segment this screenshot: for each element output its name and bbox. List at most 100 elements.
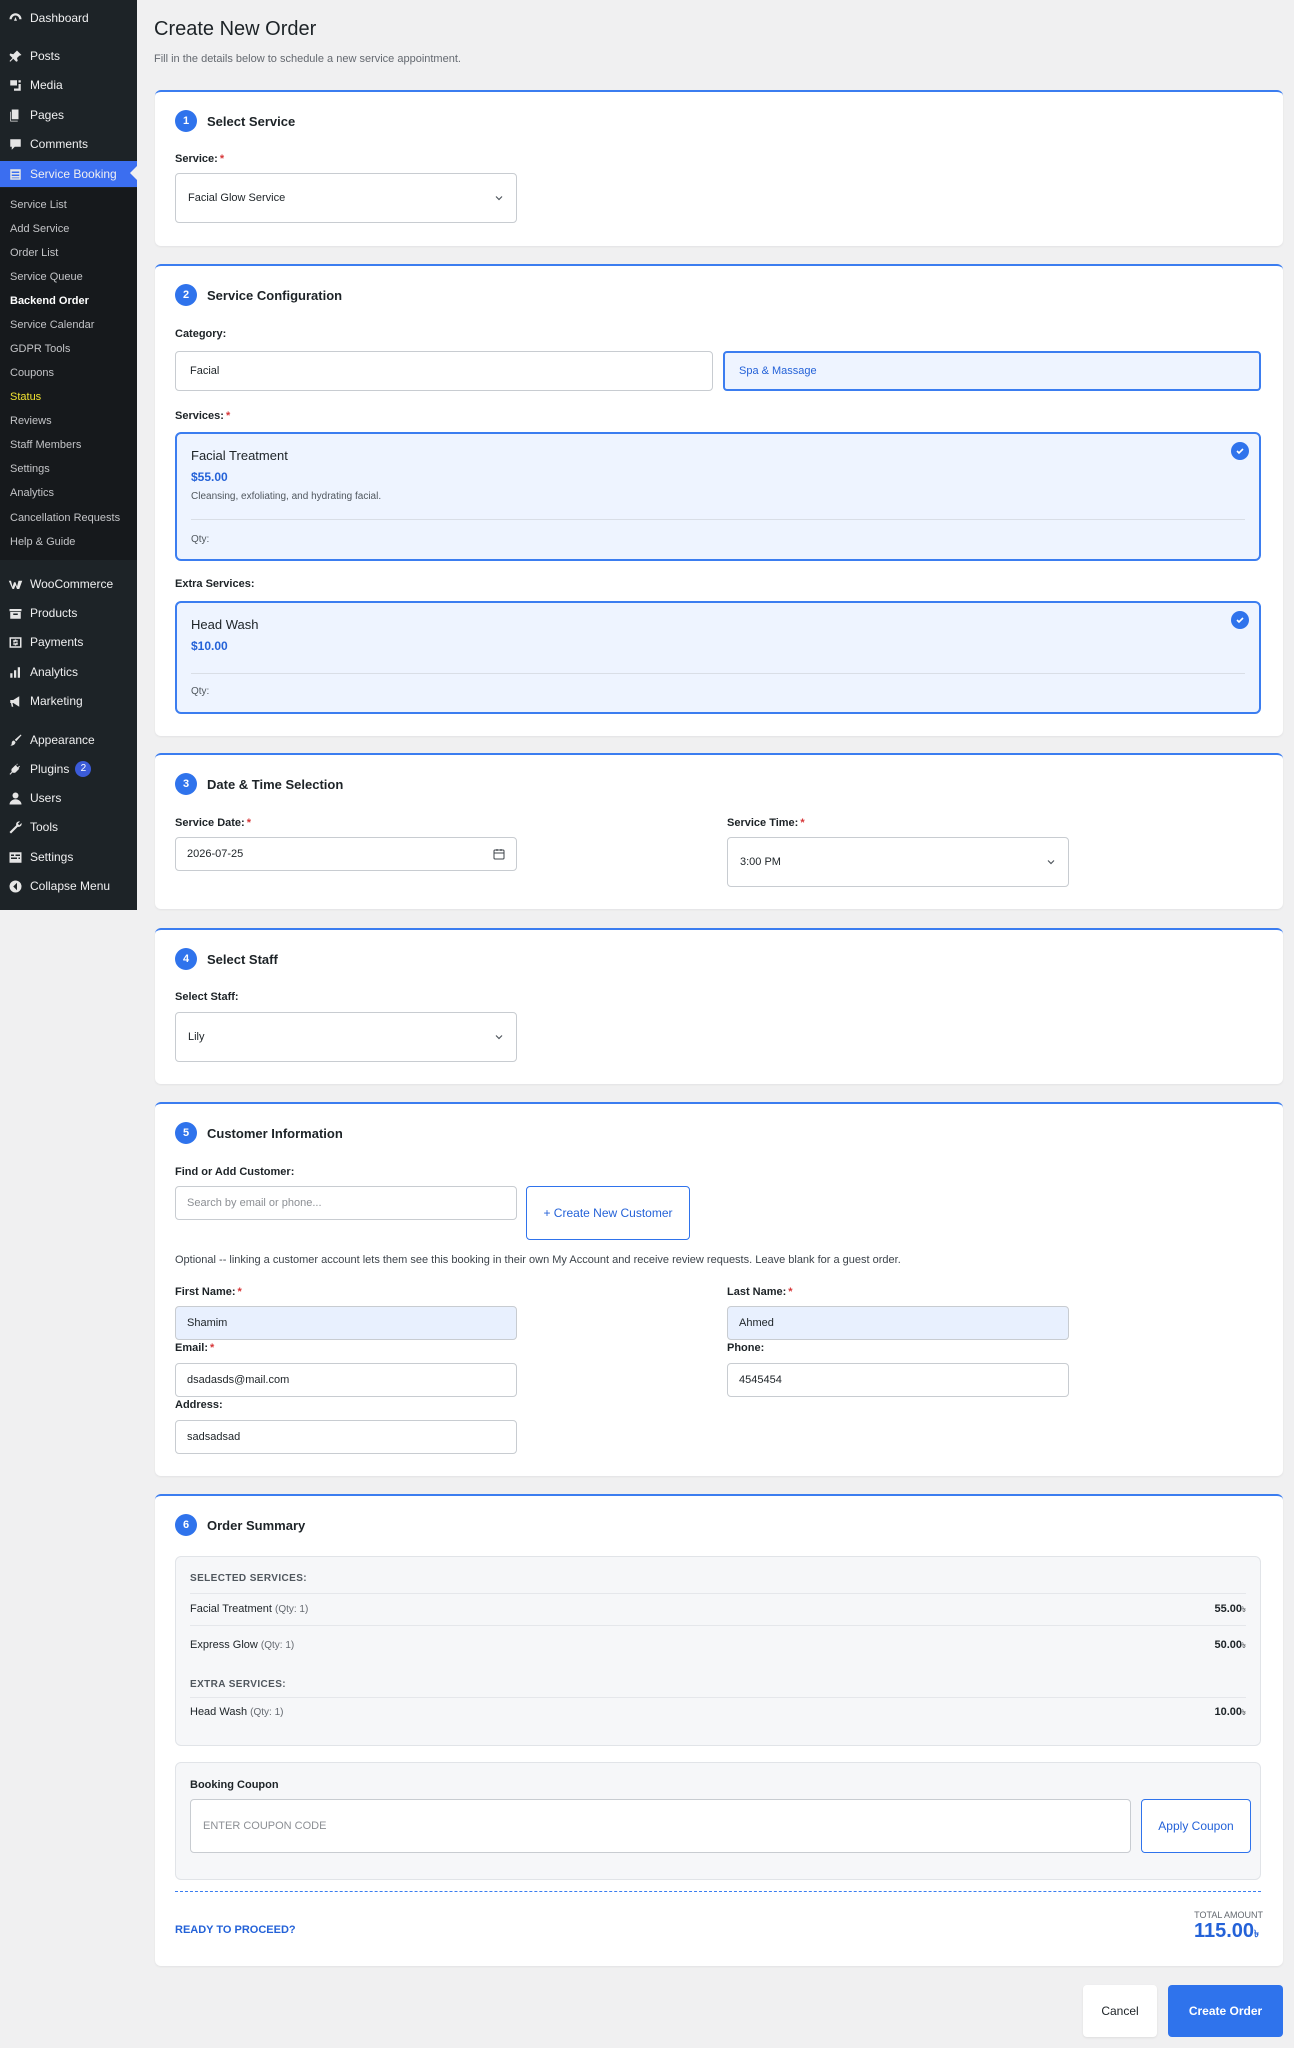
customer-search-input[interactable]: Search by email or phone... [175, 1186, 517, 1220]
extra-service-card-head-wash[interactable]: Head Wash $10.00 Qty: [175, 601, 1261, 714]
menu-service-booking[interactable]: Service Booking [0, 161, 137, 187]
menu-pages[interactable]: Pages [0, 103, 137, 127]
divider [190, 1625, 1246, 1626]
summary-extra-name: Head Wash (Qty: 1) [190, 1706, 284, 1718]
menu-marketing[interactable]: Marketing [0, 689, 137, 713]
menu-dashboard[interactable]: Dashboard [0, 6, 137, 30]
admin-sidebar: Dashboard Posts Media Pages Comments Ser… [0, 0, 137, 910]
dashed-divider [175, 1891, 1261, 1892]
menu-label: Appearance [30, 733, 95, 747]
menu-label: Comments [30, 137, 89, 151]
menu-tools[interactable]: Tools [0, 815, 137, 839]
extra-services-heading: EXTRA SERVICES: [190, 1679, 287, 1690]
chevron-down-icon [495, 196, 503, 201]
first-name-label: First Name: * [175, 1286, 242, 1298]
menu-comments[interactable]: Comments [0, 132, 137, 156]
step-header: 6 Order Summary [175, 1514, 305, 1536]
submenu-service-calendar[interactable]: Service Calendar [10, 315, 94, 335]
submenu-cancellation-requests[interactable]: Cancellation Requests [10, 508, 120, 528]
comment-icon [6, 135, 24, 153]
chevron-down-icon [1047, 860, 1055, 865]
service-date-input[interactable]: 2026-07-25 [175, 837, 517, 871]
summary-item-name: Facial Treatment (Qty: 1) [190, 1603, 309, 1615]
staff-select-value: Lily [188, 1031, 205, 1043]
list-icon [6, 165, 24, 183]
menu-label: Users [30, 791, 62, 805]
menu-woocommerce[interactable]: WooCommerce [0, 572, 137, 596]
submenu-analytics[interactable]: Analytics [10, 483, 54, 503]
submenu-status[interactable]: Status [10, 387, 41, 407]
submenu-backend-order[interactable]: Backend Order [10, 291, 89, 311]
menu-label: Media [30, 78, 63, 92]
menu-label: Settings [30, 850, 74, 864]
category-option-spa-massage[interactable]: Spa & Massage [723, 351, 1261, 391]
step-number: 4 [175, 948, 197, 970]
service-select[interactable]: Facial Glow Service [175, 173, 517, 223]
menu-settings[interactable]: Settings [0, 845, 137, 869]
submenu-settings[interactable]: Settings [10, 459, 50, 479]
last-name-input[interactable]: Ahmed [727, 1306, 1069, 1340]
service-time-value: 3:00 PM [740, 856, 781, 868]
step-number: 5 [175, 1122, 197, 1144]
submenu-service-list[interactable]: Service List [10, 195, 67, 215]
cancel-button[interactable]: Cancel [1083, 1985, 1157, 2037]
category-label: Category: [175, 328, 227, 340]
dollar-icon [6, 633, 24, 651]
submenu-order-list[interactable]: Order List [10, 243, 58, 263]
archive-icon [6, 604, 24, 622]
submenu-gdpr-tools[interactable]: GDPR Tools [10, 339, 70, 359]
submenu-add-service[interactable]: Add Service [10, 219, 69, 239]
menu-plugins[interactable]: Plugins 2 [0, 757, 137, 781]
coupon-box: Booking Coupon ENTER COUPON CODE Apply C… [175, 1762, 1261, 1880]
menu-products[interactable]: Products [0, 601, 137, 625]
menu-analytics[interactable]: Analytics [0, 660, 137, 684]
step-select-service: 1 Select Service Service: * Facial Glow S… [155, 90, 1283, 246]
submenu-reviews[interactable]: Reviews [10, 411, 52, 431]
address-input[interactable]: sadsadsad [175, 1420, 517, 1454]
email-input[interactable]: dsadasds@mail.com [175, 1363, 517, 1397]
service-card-facial-treatment[interactable]: Facial Treatment $55.00 Cleansing, exfol… [175, 432, 1261, 561]
menu-payments[interactable]: Payments [0, 630, 137, 654]
staff-select[interactable]: Lily [175, 1012, 517, 1062]
menu-appearance[interactable]: Appearance [0, 728, 137, 752]
step-title: Order Summary [207, 1517, 306, 1533]
megaphone-icon [6, 692, 24, 710]
step-title: Service Configuration [207, 287, 343, 303]
service-price: $55.00 [191, 470, 228, 484]
step-header: 5 Customer Information [175, 1122, 343, 1144]
step-title: Select Service [207, 113, 296, 129]
page-subtitle: Fill in the details below to schedule a … [154, 53, 461, 65]
phone-input[interactable]: 4545454 [727, 1363, 1069, 1397]
apply-coupon-button[interactable]: Apply Coupon [1141, 1799, 1251, 1853]
check-icon [1231, 611, 1249, 629]
create-new-customer-button[interactable]: + Create New Customer [526, 1186, 690, 1240]
chevron-down-icon [495, 1035, 503, 1040]
menu-posts[interactable]: Posts [0, 44, 137, 68]
service-time-select[interactable]: 3:00 PM [727, 837, 1069, 887]
menu-media[interactable]: Media [0, 73, 137, 97]
dashboard-icon [6, 9, 24, 27]
summary-item-price: 55.00৳ [1214, 1603, 1246, 1615]
submenu-staff-members[interactable]: Staff Members [10, 435, 81, 455]
menu-label: Marketing [30, 694, 83, 708]
submenu-help-guide[interactable]: Help & Guide [10, 532, 75, 552]
service-date-value: 2026-07-25 [187, 848, 244, 860]
menu-label: Service Booking [30, 167, 117, 181]
service-booking-submenu: Service List Add Service Order List Serv… [0, 188, 137, 560]
coupon-input[interactable]: ENTER COUPON CODE [190, 1799, 1131, 1853]
page-title: Create New Order [154, 18, 317, 40]
submenu-coupons[interactable]: Coupons [10, 363, 54, 383]
category-option-facial[interactable]: Facial [175, 351, 713, 391]
calendar-icon[interactable] [493, 848, 505, 860]
submenu-service-queue[interactable]: Service Queue [10, 267, 83, 287]
step-number: 6 [175, 1514, 197, 1536]
service-date-label: Service Date: * [175, 817, 251, 829]
extra-service-name: Head Wash [191, 617, 259, 632]
menu-label: Posts [30, 49, 61, 63]
first-name-input[interactable]: Shamim [175, 1306, 517, 1340]
summary-extra-price: 10.00৳ [1214, 1706, 1246, 1718]
selected-services-heading: SELECTED SERVICES: [190, 1573, 308, 1584]
create-order-button[interactable]: Create Order [1168, 1985, 1283, 2037]
menu-collapse[interactable]: Collapse Menu [0, 874, 137, 898]
menu-users[interactable]: Users [0, 786, 137, 810]
